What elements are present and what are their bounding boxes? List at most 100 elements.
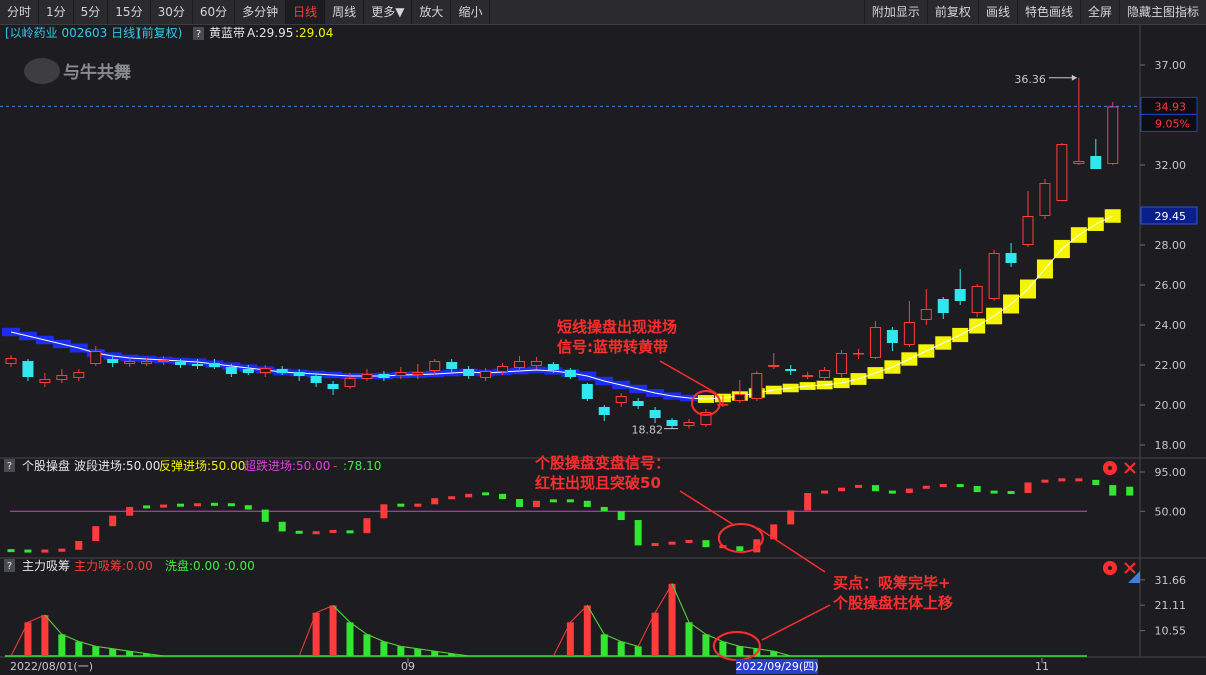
- toolbar-button-10[interactable]: 放大: [412, 0, 452, 24]
- toolbar-button-1[interactable]: 1分: [39, 0, 74, 24]
- accumulation-series-3: :0.00: [224, 559, 255, 573]
- oscillator-bar: [312, 531, 320, 535]
- oscillator-bar: [990, 490, 998, 494]
- oscillator-name: 个股操盘: [22, 458, 70, 473]
- candle-body: [564, 370, 576, 377]
- toolbar-button-3[interactable]: 15分: [108, 0, 151, 24]
- candle-body: [446, 362, 458, 369]
- candle-body: [124, 361, 136, 364]
- wash-green-bar: [414, 648, 422, 656]
- gear-icon[interactable]: [1102, 560, 1118, 576]
- oscillator-series-3: 超跌进场:50.00: [244, 458, 330, 473]
- candle-body: [429, 361, 441, 371]
- candle-body: [90, 351, 102, 364]
- candle-body: [886, 330, 898, 343]
- candle-body: [514, 361, 525, 368]
- toolbar-button-6[interactable]: 多分钟: [235, 0, 287, 24]
- oscillator-bar: [346, 530, 354, 534]
- oscillator-bar: [685, 539, 693, 543]
- help-icon-label: ?: [7, 461, 12, 472]
- candle-body: [39, 379, 51, 383]
- oscillator-bar: [668, 541, 676, 545]
- toolbar-right-button-5[interactable]: 隐藏主图指标: [1118, 0, 1206, 24]
- oscillator-bar: [600, 506, 608, 512]
- candle-body: [971, 286, 983, 313]
- candle-body: [158, 360, 170, 362]
- oscillator-bar: [244, 505, 252, 510]
- toolbar-right-button-0[interactable]: 附加显示: [863, 0, 927, 24]
- candle-body: [1073, 161, 1085, 164]
- high-price-label: 36.36: [1014, 73, 1046, 86]
- candle-body: [649, 410, 661, 418]
- indicator-name: 黄蓝带: [209, 26, 245, 40]
- crosshair-date-label: 2022/09/29(四): [736, 660, 819, 673]
- candle-body: [378, 374, 390, 378]
- candle: [1107, 102, 1119, 165]
- oscillator-bar: [1007, 491, 1015, 495]
- oscillator-bar: [905, 488, 913, 493]
- candle-body: [22, 361, 34, 377]
- bull-logo-icon: [24, 58, 60, 84]
- oscillator-value: :78.10: [343, 459, 381, 473]
- toolbar-button-0[interactable]: 分时: [0, 0, 40, 24]
- candle-body: [802, 375, 814, 377]
- candle-body: [632, 401, 644, 406]
- candle-body: [920, 309, 932, 320]
- oscillator-bar: [804, 492, 812, 511]
- candle-body: [276, 369, 288, 373]
- candle-body: [547, 364, 559, 370]
- candle-body: [1005, 253, 1017, 263]
- candle-body: [1056, 144, 1068, 201]
- candle-body: [1107, 106, 1119, 164]
- toolbar-right-button-2[interactable]: 画线: [977, 0, 1017, 24]
- oscillator-bar: [24, 549, 32, 553]
- oscillator-bar: [855, 484, 862, 488]
- toolbar-right-button-1[interactable]: 前复权: [926, 0, 978, 24]
- candle-body: [530, 361, 542, 366]
- gear-hole: [1108, 466, 1112, 470]
- oscillator-bar: [41, 549, 49, 553]
- toolbar-button-9[interactable]: 更多▼: [364, 0, 413, 24]
- oscillator-bar: [1024, 482, 1032, 493]
- oscillator-dash: -: [333, 459, 337, 473]
- candle-body: [768, 365, 780, 367]
- candle-body: [107, 359, 119, 363]
- toolbar-right-button-4[interactable]: 全屏: [1079, 0, 1119, 24]
- toolbar-right-button-3[interactable]: 特色画线: [1016, 0, 1080, 24]
- candle-body: [903, 322, 915, 345]
- wash-green-bar: [380, 641, 388, 656]
- candle-body: [598, 407, 610, 415]
- candle-body: [259, 368, 271, 373]
- candle-body: [666, 420, 678, 426]
- candle-body: [412, 372, 424, 375]
- low-price-label: 18.82: [632, 424, 664, 437]
- candle-body: [1039, 183, 1051, 216]
- accumulation-series-2: 洗盘:0.00: [165, 558, 220, 573]
- toolbar-button-11[interactable]: 缩小: [451, 0, 491, 24]
- oscillator-bar: [126, 506, 134, 516]
- watermark-logo: [24, 58, 60, 84]
- candle-body: [327, 384, 339, 389]
- candle-body: [73, 372, 85, 378]
- change-pct-label: 9.05%: [1155, 117, 1190, 130]
- toolbar-button-8[interactable]: 周线: [325, 0, 365, 24]
- oscillator-bar: [583, 500, 591, 507]
- oscillator-bar: [7, 549, 15, 553]
- toolbar-button-7[interactable]: 日线: [286, 0, 326, 24]
- toolbar-button-4[interactable]: 30分: [151, 0, 193, 24]
- wash-green-bar: [58, 634, 66, 656]
- candle-body: [5, 358, 17, 364]
- price-tick-label: 32.00: [1155, 159, 1187, 172]
- candle-body: [463, 369, 475, 376]
- candle-body: [683, 422, 695, 426]
- oscillator-bar: [448, 496, 456, 500]
- toolbar-button-5[interactable]: 60分: [193, 0, 236, 24]
- gear-icon[interactable]: [1102, 460, 1118, 476]
- wash-green-bar: [634, 646, 642, 656]
- toolbar-button-2[interactable]: 5分: [74, 0, 109, 24]
- candle-body: [937, 299, 949, 313]
- oscillator-bar: [329, 529, 337, 533]
- stock-title: [以岭药业 002603 日线]: [5, 26, 140, 40]
- wash-green-bar: [92, 646, 100, 656]
